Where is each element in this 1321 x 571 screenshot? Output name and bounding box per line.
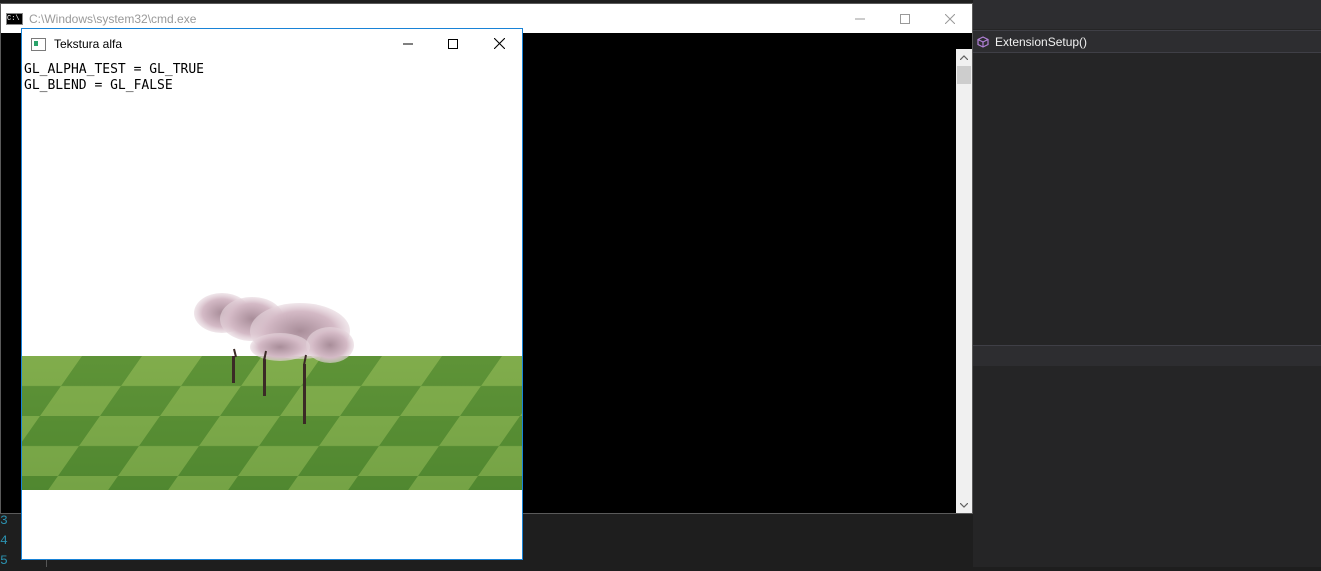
close-icon <box>945 13 955 24</box>
window-app-icon <box>31 37 46 51</box>
minimize-icon <box>855 18 865 19</box>
function-label: ExtensionSetup() <box>995 34 1088 49</box>
ide-line-numbers: 3 4 5 <box>0 511 18 571</box>
maximize-icon <box>900 13 910 24</box>
close-button[interactable] <box>476 29 522 58</box>
ide-panel-divider <box>973 345 1321 366</box>
scroll-up-button[interactable] <box>956 49 972 65</box>
gl-titlebar[interactable]: Tekstura alfa <box>22 29 522 59</box>
minimize-icon <box>403 43 413 44</box>
gl-window[interactable]: Tekstura alfa GL_ALPHA_TEST = GL_TRUE GL_… <box>21 28 523 560</box>
line-number: 4 <box>0 533 8 548</box>
gl-status-text: GL_ALPHA_TEST = GL_TRUE GL_BLEND = GL_FAL… <box>24 62 204 94</box>
ide-panel-header <box>973 0 1321 29</box>
alpha-test-status: GL_ALPHA_TEST = GL_TRUE <box>24 62 205 77</box>
minimize-button[interactable] <box>837 4 883 33</box>
blend-status: GL_BLEND = GL_FALSE <box>24 78 173 93</box>
close-icon <box>493 38 505 49</box>
line-number: 5 <box>0 553 8 568</box>
cherry-trees <box>194 293 354 366</box>
cmd-scrollbar[interactable] <box>956 49 972 513</box>
scroll-thumb[interactable] <box>957 66 971 84</box>
scroll-down-button[interactable] <box>956 497 972 513</box>
minimize-button[interactable] <box>385 29 431 58</box>
line-number: 3 <box>0 513 8 528</box>
gl-window-title: Tekstura alfa <box>54 37 123 51</box>
blossom-crown <box>306 327 354 363</box>
close-button[interactable] <box>927 4 973 33</box>
gl-canvas[interactable]: GL_ALPHA_TEST = GL_TRUE GL_BLEND = GL_FAL… <box>22 59 522 559</box>
cmd-window-title: C:\Windows\system32\cmd.exe <box>29 11 197 26</box>
ide-side-panel: ExtensionSetup() <box>973 0 1321 567</box>
cmd-app-icon: C:\ <box>6 12 23 25</box>
chevron-up-icon <box>960 54 968 60</box>
method-cube-icon <box>977 35 989 48</box>
chevron-down-icon <box>960 502 968 508</box>
maximize-button[interactable] <box>882 4 928 33</box>
function-dropdown[interactable]: ExtensionSetup() <box>973 30 1321 53</box>
blossom-crown <box>250 333 310 361</box>
maximize-button[interactable] <box>430 29 476 58</box>
maximize-icon <box>448 38 458 49</box>
